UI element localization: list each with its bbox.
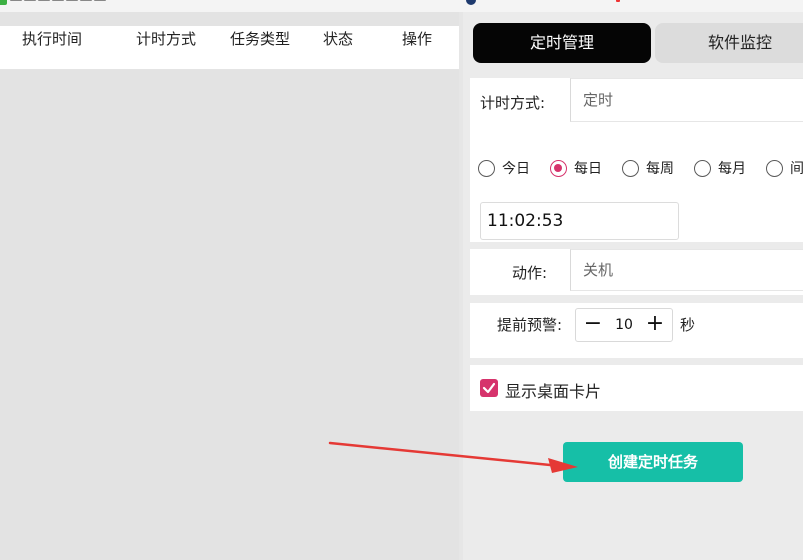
radio-circle-checked [550, 159, 567, 177]
action-select[interactable]: 关机 [570, 249, 803, 291]
table-header: 执行时间 计时方式 任务类型 状态 操作 [0, 26, 459, 70]
action-label: 动作: [512, 264, 548, 282]
title-right-fragment [480, 0, 620, 3]
radio-circle [622, 159, 639, 177]
radio-monthly[interactable]: 每月 [694, 156, 746, 180]
radio-label: 每日 [574, 161, 602, 177]
radio-today[interactable]: 今日 [478, 156, 530, 180]
warning-label: 提前预警: [497, 316, 563, 334]
warning-value[interactable]: 10 [606, 309, 642, 341]
app-logo-icon [466, 0, 476, 5]
tab-software-monitor[interactable]: 软件监控 [655, 23, 803, 63]
column-header-actions: 操作 [402, 30, 433, 48]
column-header-timer-mode: 计时方式 [136, 30, 197, 48]
radio-weekly[interactable]: 每周 [622, 156, 674, 180]
column-header-task-type: 任务类型 [230, 30, 291, 48]
time-input[interactable]: 11:02:53 [480, 202, 679, 240]
title-bar [0, 0, 803, 12]
radio-label: 今日 [502, 161, 530, 177]
warning-row: 提前预警: − 10 + 秒 [470, 303, 803, 358]
task-list-panel: 执行时间 计时方式 任务类型 状态 操作 [0, 12, 459, 560]
notification-dot [616, 0, 620, 2]
timer-mode-row: 计时方式: 定时 [470, 78, 803, 132]
increment-button[interactable]: + [640, 309, 670, 341]
radio-circle [694, 159, 711, 177]
radio-circle [766, 159, 783, 177]
warning-stepper: − 10 + [575, 308, 673, 342]
show-card-label: 显示桌面卡片 [505, 382, 602, 401]
window-title-fragment [10, 0, 116, 3]
column-header-status: 状态 [323, 30, 354, 48]
decrement-button[interactable]: − [578, 309, 608, 341]
show-card-row: 显示桌面卡片 [470, 365, 803, 411]
radio-label: 每周 [646, 161, 674, 177]
app-icon [0, 0, 7, 5]
column-header-exec-time: 执行时间 [22, 30, 83, 48]
timer-mode-label: 计时方式: [480, 94, 546, 112]
warning-unit: 秒 [680, 316, 696, 334]
action-row: 动作: 关机 [470, 249, 803, 295]
radio-interval[interactable]: 间 [766, 156, 803, 180]
frequency-section: 今日 每日 每周 每月 间 11:02:53 [470, 132, 803, 242]
check-icon [482, 382, 496, 394]
radio-label: 每月 [718, 161, 746, 177]
timer-mode-select[interactable]: 定时 [570, 78, 803, 122]
frequency-radio-group: 今日 每日 每周 每月 间 [470, 156, 803, 180]
radio-label: 间 [790, 161, 803, 177]
radio-circle [478, 159, 495, 177]
tab-timer-manage[interactable]: 定时管理 [473, 23, 651, 63]
settings-panel: 定时管理 软件监控 计时方式: 定时 今日 每日 每周 每月 间 11:02:5… [463, 12, 803, 560]
radio-daily[interactable]: 每日 [550, 156, 602, 180]
show-card-checkbox[interactable] [480, 379, 498, 397]
create-task-button[interactable]: 创建定时任务 [563, 442, 743, 482]
